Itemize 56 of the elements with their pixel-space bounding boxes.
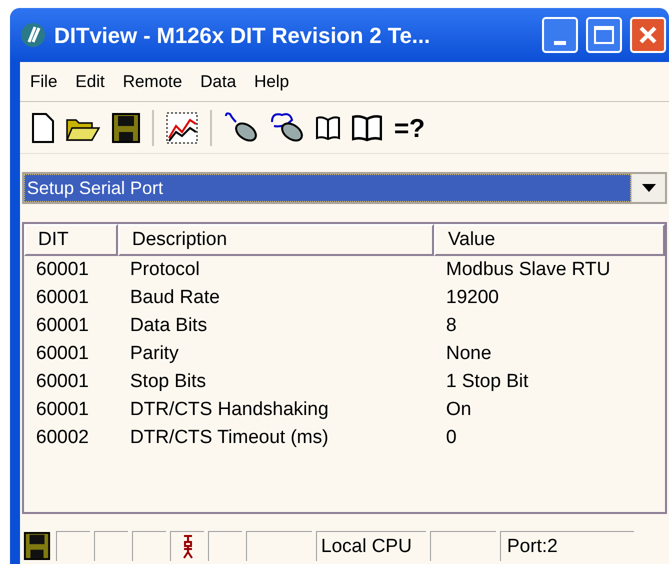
new-file-icon[interactable] bbox=[32, 112, 54, 142]
table-cell-text: 19200 bbox=[445, 286, 500, 310]
table-cell-text: DTR/CTS Handshaking bbox=[129, 398, 330, 422]
page-select-field[interactable]: Setup Serial Port bbox=[24, 174, 631, 202]
maximize-button[interactable] bbox=[586, 17, 622, 53]
status-panel bbox=[132, 531, 166, 561]
probe-icon[interactable] bbox=[224, 112, 258, 144]
table-cell-text: 60001 bbox=[35, 398, 90, 422]
table-cell-text: Stop Bits bbox=[129, 370, 208, 394]
dropdown-button[interactable] bbox=[631, 174, 665, 202]
chart-icon[interactable] bbox=[166, 112, 198, 144]
menu-item[interactable]: File bbox=[30, 68, 58, 94]
column-header[interactable]: Description bbox=[118, 224, 434, 256]
table-cell-text: Baud Rate bbox=[129, 286, 221, 310]
window-title: DITview - M126x DIT Revision 2 Te... bbox=[54, 22, 432, 50]
person-icon bbox=[182, 534, 194, 560]
caret-icon bbox=[642, 184, 656, 192]
book-icon[interactable] bbox=[352, 114, 382, 142]
status-text: Local CPU bbox=[316, 531, 426, 561]
status-text: Port:2 bbox=[500, 531, 634, 561]
probe-link-icon[interactable] bbox=[270, 112, 304, 144]
table-cell-text: DTR/CTS Timeout (ms) bbox=[129, 426, 330, 450]
menu-item[interactable]: Remote bbox=[122, 68, 182, 94]
table-cell-text: 8 bbox=[445, 314, 458, 338]
minimize-button[interactable] bbox=[542, 17, 578, 53]
status-panel bbox=[208, 531, 242, 561]
status-panel bbox=[56, 531, 90, 561]
status-panel bbox=[94, 531, 128, 561]
table-cell-text: 60001 bbox=[35, 314, 90, 338]
menu-item[interactable]: Help bbox=[254, 68, 290, 94]
table-cell-text: Parity bbox=[129, 342, 180, 366]
column-header[interactable]: Value bbox=[434, 224, 665, 256]
menu-item[interactable]: Edit bbox=[75, 68, 105, 94]
book-icon[interactable] bbox=[316, 114, 340, 140]
table-cell-text: Data Bits bbox=[129, 314, 208, 338]
table-cell-text: 60001 bbox=[35, 286, 90, 310]
status-panel bbox=[246, 531, 312, 561]
table-cell-text: Protocol bbox=[129, 258, 201, 282]
close-icon bbox=[638, 25, 658, 45]
table-cell-text: 0 bbox=[445, 426, 458, 450]
status-panel bbox=[430, 531, 496, 561]
save-icon bbox=[22, 532, 52, 560]
table-cell-text: 60001 bbox=[35, 342, 90, 366]
column-header[interactable]: DIT bbox=[24, 224, 118, 256]
menu-item[interactable]: Data bbox=[200, 68, 236, 94]
table-cell-text: None bbox=[445, 342, 492, 366]
table-cell-text: On bbox=[445, 398, 472, 422]
app-icon bbox=[20, 22, 46, 48]
table-cell-text: 60001 bbox=[35, 258, 90, 282]
table-cell-text: 60002 bbox=[35, 426, 90, 450]
save-icon[interactable] bbox=[112, 112, 140, 142]
whats-this-button[interactable]: =? bbox=[394, 114, 426, 140]
table-cell-text: 1 Stop Bit bbox=[445, 370, 530, 394]
table-cell-text: Modbus Slave RTU bbox=[445, 258, 612, 282]
table-cell-text: 60001 bbox=[35, 370, 90, 394]
close-button[interactable] bbox=[630, 17, 666, 53]
